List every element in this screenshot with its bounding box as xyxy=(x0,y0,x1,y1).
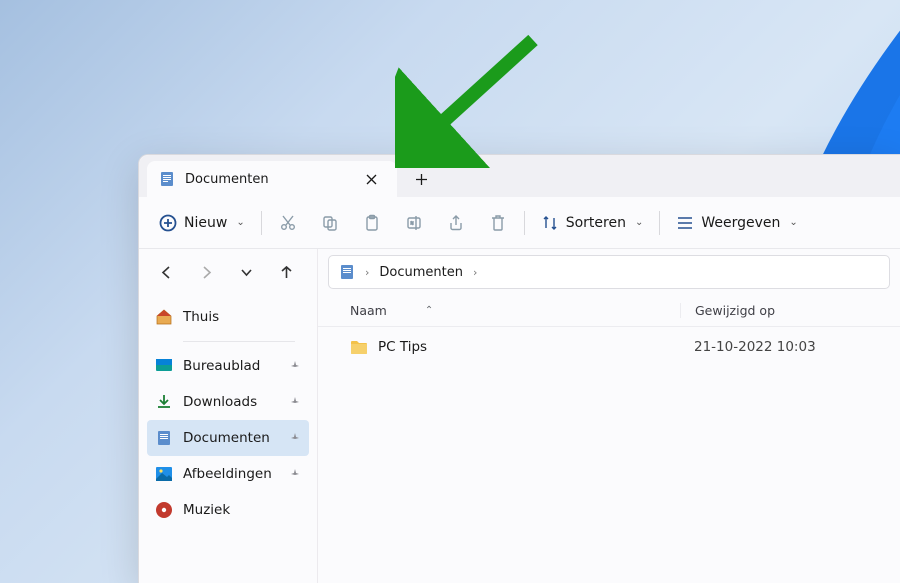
tab-bar: Documenten xyxy=(139,155,900,197)
file-explorer-window: Documenten Nieuw ⌄ Sorteren ⌄ xyxy=(138,154,900,583)
delete-icon xyxy=(489,214,507,232)
home-icon xyxy=(155,308,173,326)
new-icon xyxy=(159,214,177,232)
new-tab-button[interactable] xyxy=(405,163,437,195)
column-modified-label: Gewijzigd op xyxy=(695,303,775,318)
toolbar-separator xyxy=(524,211,525,235)
paste-button[interactable] xyxy=(352,206,392,240)
pin-icon xyxy=(289,396,301,408)
breadcrumb-separator: › xyxy=(473,266,477,279)
sort-label: Sorteren xyxy=(566,215,626,231)
download-icon xyxy=(155,393,173,411)
nav-item-home[interactable]: Thuis xyxy=(147,299,309,335)
nav-item-downloads[interactable]: Downloads xyxy=(147,384,309,420)
delete-button[interactable] xyxy=(478,206,518,240)
chevron-down-icon: ⌄ xyxy=(635,217,643,228)
nav-item-label: Downloads xyxy=(183,394,257,410)
desktop-icon xyxy=(155,357,173,375)
nav-item-documents[interactable]: Documenten xyxy=(147,420,309,456)
forward-button[interactable] xyxy=(193,259,219,285)
pin-icon xyxy=(289,468,301,480)
document-icon xyxy=(155,429,173,447)
breadcrumb-separator: › xyxy=(365,266,369,279)
main-pane: › Documenten › Naam ⌃ Gewijzigd op PC Ti… xyxy=(318,249,900,583)
chevron-down-icon: ⌄ xyxy=(789,217,797,228)
rename-icon xyxy=(405,214,423,232)
folder-icon xyxy=(350,339,368,355)
chevron-down-icon: ⌄ xyxy=(236,217,244,228)
pin-icon xyxy=(289,360,301,372)
tab-title: Documenten xyxy=(185,172,269,187)
toolbar-separator xyxy=(261,211,262,235)
recent-button[interactable] xyxy=(233,259,259,285)
nav-item-label: Documenten xyxy=(183,430,270,446)
cut-icon xyxy=(279,214,297,232)
navigation-pane: Thuis Bureaublad Downloads Documenten xyxy=(139,249,318,583)
file-name: PC Tips xyxy=(378,339,427,355)
rename-button[interactable] xyxy=(394,206,434,240)
nav-divider xyxy=(183,341,295,342)
column-headers: Naam ⌃ Gewijzigd op xyxy=(318,295,900,327)
file-modified: 21-10-2022 10:03 xyxy=(680,339,900,355)
view-icon xyxy=(676,214,694,232)
nav-item-desktop[interactable]: Bureaublad xyxy=(147,348,309,384)
content-area: Thuis Bureaublad Downloads Documenten xyxy=(139,249,900,583)
column-modified[interactable]: Gewijzigd op xyxy=(680,303,900,318)
nav-list: Thuis Bureaublad Downloads Documenten xyxy=(139,295,317,532)
copy-button[interactable] xyxy=(310,206,350,240)
breadcrumb-box[interactable]: › Documenten › xyxy=(328,255,890,289)
arrow-up-icon xyxy=(279,265,294,280)
new-button[interactable]: Nieuw ⌄ xyxy=(149,206,255,240)
file-row[interactable]: PC Tips 21-10-2022 10:03 xyxy=(318,327,900,367)
chevron-down-icon xyxy=(239,265,254,280)
view-label: Weergeven xyxy=(701,215,780,231)
new-label: Nieuw xyxy=(184,215,227,231)
document-icon xyxy=(159,171,175,187)
plus-icon xyxy=(415,173,428,186)
column-name[interactable]: Naam ⌃ xyxy=(350,303,680,318)
address-bar: › Documenten › xyxy=(318,249,900,295)
copy-icon xyxy=(321,214,339,232)
breadcrumb-item[interactable]: Documenten xyxy=(379,265,463,280)
back-button[interactable] xyxy=(153,259,179,285)
view-button[interactable]: Weergeven ⌄ xyxy=(666,206,807,240)
nav-item-label: Muziek xyxy=(183,502,230,518)
paste-icon xyxy=(363,214,381,232)
pin-icon xyxy=(289,432,301,444)
arrow-right-icon xyxy=(199,265,214,280)
share-button[interactable] xyxy=(436,206,476,240)
sort-button[interactable]: Sorteren ⌄ xyxy=(531,206,654,240)
sort-indicator-icon: ⌃ xyxy=(425,305,433,316)
pictures-icon xyxy=(155,465,173,483)
annotation-arrow xyxy=(395,28,545,172)
nav-controls xyxy=(139,249,317,295)
nav-item-music[interactable]: Muziek xyxy=(147,492,309,528)
nav-item-label: Bureaublad xyxy=(183,358,260,374)
nav-item-pictures[interactable]: Afbeeldingen xyxy=(147,456,309,492)
arrow-left-icon xyxy=(159,265,174,280)
share-icon xyxy=(447,214,465,232)
nav-item-label: Thuis xyxy=(183,309,219,325)
music-icon xyxy=(155,501,173,519)
column-name-label: Naam xyxy=(350,303,387,318)
toolbar-separator xyxy=(659,211,660,235)
toolbar: Nieuw ⌄ Sorteren ⌄ Weergeven ⌄ xyxy=(139,197,900,249)
close-icon xyxy=(366,174,377,185)
up-button[interactable] xyxy=(273,259,299,285)
document-icon xyxy=(339,264,355,280)
cut-button[interactable] xyxy=(268,206,308,240)
tab-close-button[interactable] xyxy=(359,167,383,191)
sort-icon xyxy=(541,214,559,232)
nav-item-label: Afbeeldingen xyxy=(183,466,272,482)
tab-documents[interactable]: Documenten xyxy=(147,161,397,197)
